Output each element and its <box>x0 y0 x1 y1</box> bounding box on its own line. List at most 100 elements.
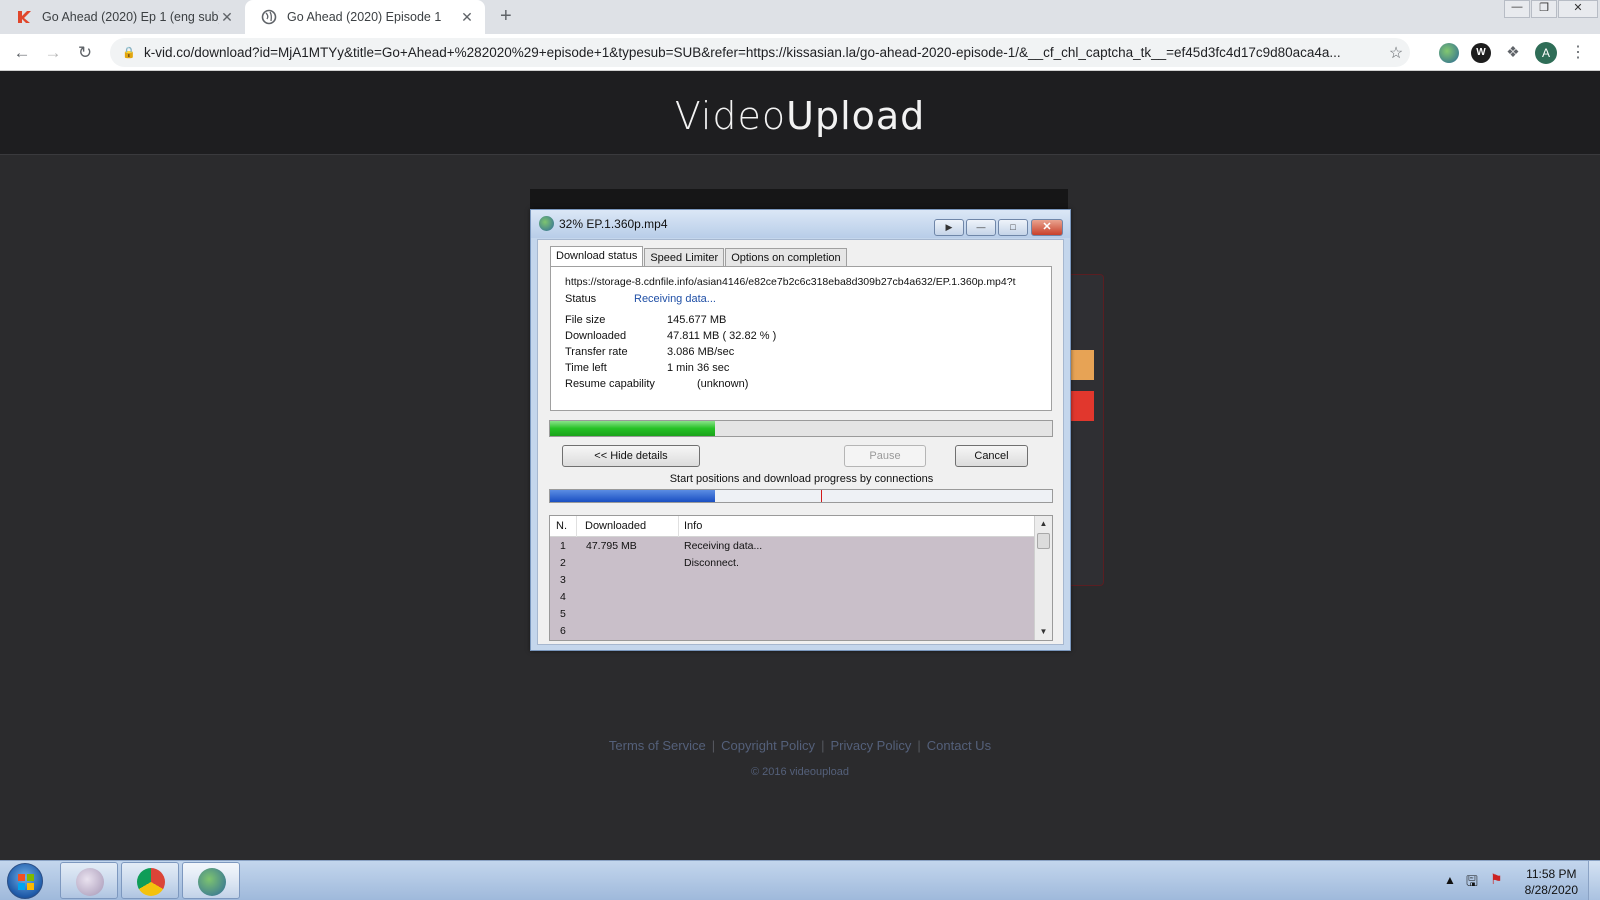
cell-info: Receiving data... <box>684 540 763 552</box>
resume-capability-row: Resume capability (unknown) <box>565 378 748 390</box>
table-row[interactable]: 5 <box>550 606 1035 623</box>
site-logo[interactable]: VideoUpload <box>0 94 1600 138</box>
network-icon[interactable]: 🖫 <box>1466 871 1478 895</box>
restore-window-icon[interactable]: ❐ <box>1531 0 1557 18</box>
lock-icon: 🔒 <box>122 47 136 59</box>
close-tab-icon[interactable]: ✕ <box>219 9 235 26</box>
idm-extension-icon[interactable] <box>1439 43 1459 63</box>
taskbar-idm[interactable] <box>182 862 240 899</box>
profile-avatar[interactable]: A <box>1535 42 1557 64</box>
field-value: (unknown) <box>697 378 749 390</box>
tab-speed-limiter[interactable]: Speed Limiter <box>644 248 725 267</box>
show-hidden-icons-icon[interactable]: ▲ <box>1444 873 1456 887</box>
logo-light: Video <box>674 94 787 138</box>
column-header-n[interactable]: N. <box>556 520 567 532</box>
globe-icon <box>261 9 277 25</box>
tab-go-ahead-episode-1[interactable]: Go Ahead (2020) Episode 1 ✕ <box>245 0 485 34</box>
divider: | <box>711 738 716 753</box>
scroll-down-arrow-icon[interactable]: ▼ <box>1035 624 1052 640</box>
address-bar[interactable]: 🔒 k-vid.co/download?id=MjA1MTYy&title=Go… <box>110 38 1410 67</box>
show-desktop-button[interactable] <box>1588 861 1600 900</box>
table-row[interactable]: 4 <box>550 589 1035 606</box>
dialog-title: 32% EP.1.360p.mp4 <box>559 217 668 231</box>
column-divider <box>576 516 577 537</box>
table-row[interactable]: 3 <box>550 572 1035 589</box>
cell-downloaded: 47.795 MB <box>586 540 637 552</box>
field-label: Time left <box>565 362 607 374</box>
copyright-policy-link[interactable]: Copyright Policy <box>721 738 815 753</box>
tab-title: Go Ahead (2020) Episode 1 <box>287 10 442 24</box>
cell-n: 3 <box>560 574 566 586</box>
privacy-policy-link[interactable]: Privacy Policy <box>830 738 911 753</box>
cell-info: Disconnect. <box>684 557 739 569</box>
field-label: Transfer rate <box>565 346 628 358</box>
minimize-dialog-icon[interactable]: — <box>966 219 996 236</box>
cell-n: 6 <box>560 625 566 637</box>
dialog-tabs: Download status Speed Limiter Options on… <box>550 246 848 267</box>
tab-options-on-completion[interactable]: Options on completion <box>725 248 847 267</box>
downloaded-row: Downloaded 47.811 MB ( 32.82 % ) <box>565 330 776 342</box>
extensions-puzzle-icon[interactable]: ❖ <box>1503 43 1523 63</box>
status-label: Status <box>565 293 597 305</box>
w-extension-icon[interactable]: W <box>1471 43 1491 63</box>
windows-taskbar: ▲ 🖫 ⚑ 11:58 PM 8/28/2020 <box>0 860 1600 900</box>
cancel-button[interactable]: Cancel <box>955 445 1028 467</box>
video-player-frame <box>530 189 1068 211</box>
minimize-window-icon[interactable]: — <box>1504 0 1530 18</box>
chrome-icon <box>137 868 165 896</box>
contact-us-link[interactable]: Contact Us <box>927 738 991 753</box>
clock-time: 11:58 PM <box>1526 867 1577 881</box>
column-header-info[interactable]: Info <box>684 520 702 532</box>
copyright-text: © 2016 videoupload <box>750 766 850 778</box>
bookmark-star-icon[interactable]: ☆ <box>1382 43 1410 63</box>
taskbar-firefox[interactable] <box>60 862 118 899</box>
browser-tab-strip: Go Ahead (2020) Ep 1 (eng sub) | ✕ Go Ah… <box>0 0 1600 34</box>
windows-logo-icon <box>18 874 34 890</box>
column-header-downloaded[interactable]: Downloaded <box>585 520 646 532</box>
tab-download-status[interactable]: Download status <box>550 246 644 267</box>
download-url: https://storage-8.cdnfile.info/asian4146… <box>565 276 1016 288</box>
table-row[interactable]: 1 47.795 MB Receiving data... <box>550 538 1035 555</box>
back-icon[interactable]: ← <box>10 41 34 65</box>
tab-kissasian[interactable]: Go Ahead (2020) Ep 1 (eng sub) | ✕ <box>0 0 245 34</box>
maximize-dialog-icon[interactable]: □ <box>998 219 1028 236</box>
reload-icon[interactable]: ↻ <box>73 41 97 65</box>
table-scrollbar[interactable]: ▲ ▼ <box>1034 516 1052 640</box>
dialog-title-bar[interactable]: 32% EP.1.360p.mp4 ▶ — □ ✕ <box>531 210 1070 238</box>
connection-progress-fill <box>550 490 715 502</box>
field-value: 145.677 MB <box>667 314 727 326</box>
connections-label: Start positions and download progress by… <box>669 473 934 485</box>
hide-details-button[interactable]: << Hide details <box>562 445 700 467</box>
url-text[interactable]: k-vid.co/download?id=MjA1MTYy&title=Go+A… <box>144 45 1382 60</box>
divider: | <box>821 738 825 753</box>
start-button[interactable] <box>7 863 43 899</box>
move-to-tray-icon[interactable]: ▶ <box>934 219 964 236</box>
table-row[interactable]: 6 <box>550 623 1035 640</box>
action-center-flag-icon[interactable]: ⚑ <box>1490 871 1503 888</box>
clock-date: 8/28/2020 <box>1524 883 1578 897</box>
browser-toolbar: ← → ↻ 🔒 k-vid.co/download?id=MjA1MTYy&ti… <box>0 34 1600 71</box>
system-clock[interactable]: 11:58 PM 8/28/2020 <box>1525 866 1578 898</box>
download-progress-fill <box>550 421 715 436</box>
terms-of-service-link[interactable]: Terms of Service <box>609 738 706 753</box>
field-value: 3.086 MB/sec <box>667 346 735 358</box>
close-tab-icon[interactable]: ✕ <box>459 9 475 26</box>
table-row[interactable]: 2 Disconnect. <box>550 555 1035 572</box>
cell-n: 5 <box>560 608 566 620</box>
taskbar-chrome[interactable] <box>121 862 179 899</box>
scroll-up-arrow-icon[interactable]: ▲ <box>1035 516 1052 532</box>
scroll-thumb[interactable] <box>1037 533 1050 549</box>
field-label: File size <box>565 314 606 326</box>
connection-start-marker <box>821 490 823 502</box>
footer-links: Terms of Service | Copyright Policy | Privac… <box>0 738 1600 753</box>
forward-icon[interactable]: → <box>41 41 65 65</box>
field-label: Resume capability <box>565 378 655 390</box>
pause-button[interactable]: Pause <box>844 445 926 467</box>
field-value: 47.811 MB ( 32.82 % ) <box>667 330 777 342</box>
close-window-icon[interactable]: ✕ <box>1558 0 1598 18</box>
menu-kebab-icon[interactable]: ⋮ <box>1568 43 1588 63</box>
close-dialog-icon[interactable]: ✕ <box>1031 219 1063 236</box>
logo-bold: Upload <box>786 94 926 138</box>
new-tab-button[interactable]: + <box>500 5 512 28</box>
dialog-body: Download status Speed Limiter Options on… <box>537 239 1064 645</box>
